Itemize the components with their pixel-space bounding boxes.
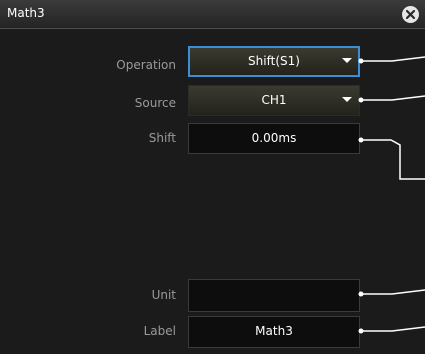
close-icon	[405, 9, 416, 20]
chevron-down-icon	[342, 97, 352, 102]
operation-value: Shift(S1)	[248, 54, 300, 68]
dialog-title: Math3	[7, 6, 45, 20]
shift-input[interactable]: 0.00ms	[188, 123, 360, 154]
math3-dialog: Math3 Operation Shift(S1) Source CH1 Shi…	[0, 0, 425, 354]
source-dropdown[interactable]: CH1	[188, 85, 360, 116]
shift-value: 0.00ms	[251, 131, 297, 145]
unit-label: Unit	[151, 288, 176, 302]
source-value: CH1	[261, 93, 287, 107]
chevron-down-icon	[342, 58, 352, 63]
label-input[interactable]: Math3	[188, 316, 360, 348]
label-label: Label	[143, 324, 176, 338]
operation-label: Operation	[116, 58, 176, 72]
title-bar: Math3	[0, 0, 425, 29]
unit-input[interactable]	[188, 279, 360, 312]
source-label: Source	[134, 96, 176, 110]
label-value: Math3	[255, 324, 293, 338]
close-button[interactable]	[402, 6, 419, 23]
operation-dropdown[interactable]: Shift(S1)	[188, 46, 360, 77]
shift-label: Shift	[148, 131, 176, 145]
